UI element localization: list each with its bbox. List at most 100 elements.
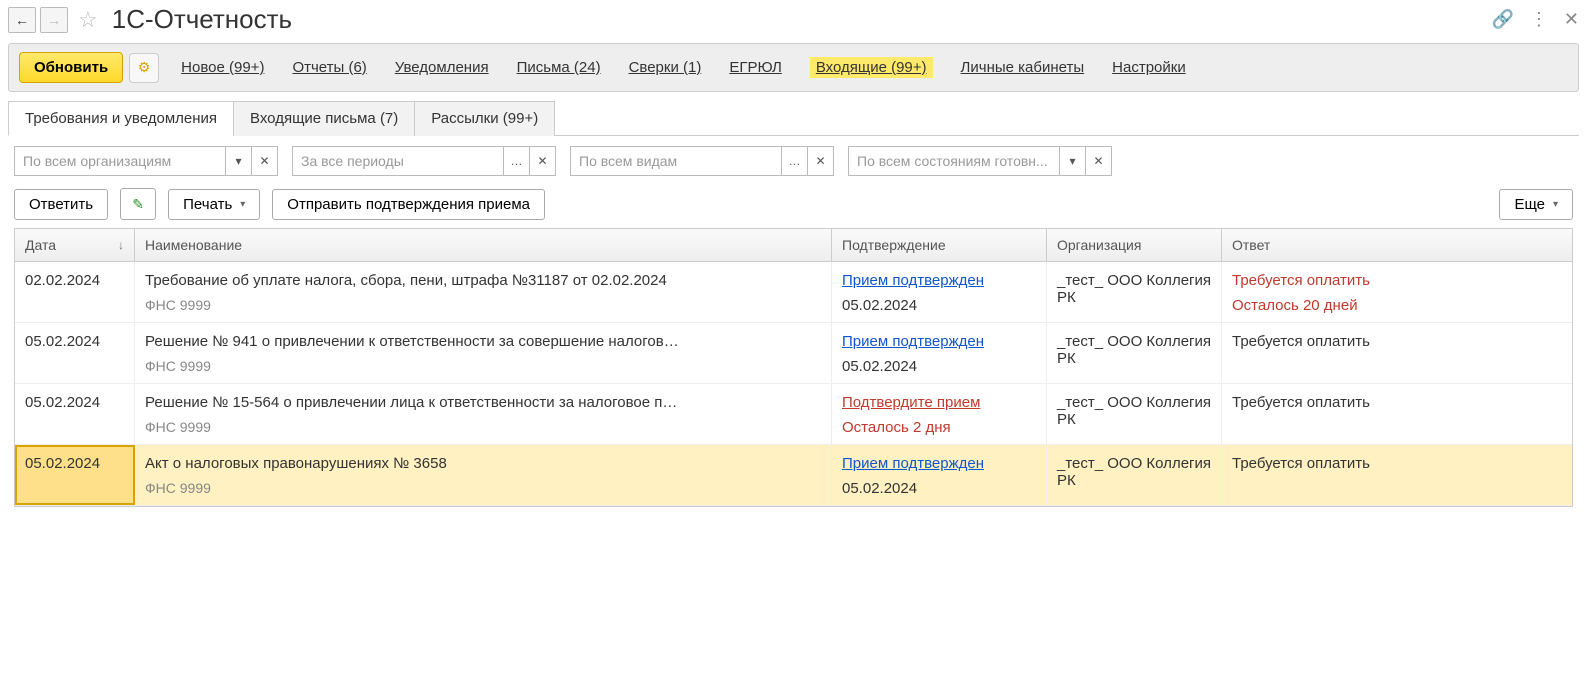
filter-type-input[interactable] (571, 147, 781, 175)
close-icon: ✕ (537, 154, 547, 168)
tab[interactable]: Рассылки (99+) (414, 101, 555, 136)
filter-status: ▾ ✕ (848, 146, 1112, 176)
chevron-down-icon: ▾ (1069, 154, 1075, 168)
tab-strip: Требования и уведомленияВходящие письма … (8, 100, 1579, 136)
nav-link[interactable]: Личные кабинеты (961, 59, 1085, 76)
column-label: Наименование (145, 237, 242, 253)
cell-date: 05.02.2024 (15, 384, 135, 444)
confirmation-link[interactable]: Прием подтвержден (842, 333, 1036, 350)
cell-response: Требуется оплатить (1222, 384, 1572, 444)
action-row: Ответить ✎ Печать ▾ Отправить подтвержде… (0, 176, 1587, 228)
response-text: Требуется оплатить (1232, 272, 1562, 289)
filter-organization: ▾ ✕ (14, 146, 278, 176)
refresh-button[interactable]: Обновить (19, 52, 123, 83)
clear-button[interactable]: ✕ (529, 147, 555, 175)
confirmation-link[interactable]: Прием подтвержден (842, 455, 1036, 472)
tab[interactable]: Входящие письма (7) (233, 101, 415, 136)
filter-period-input[interactable] (293, 147, 503, 175)
item-title: Требование об уплате налога, сбора, пени… (145, 272, 821, 289)
cell-name: Акт о налоговых правонарушениях № 3658ФН… (135, 445, 832, 505)
kebab-icon[interactable]: ⋮ (1530, 9, 1548, 30)
pencil-icon: ✎ (132, 196, 144, 213)
title-bar: ← → ☆ 1С-Отчетность 🔗 ⋮ ✕ (0, 0, 1587, 39)
column-header-response[interactable]: Ответ (1222, 229, 1572, 261)
column-label: Ответ (1232, 237, 1270, 253)
data-grid: Дата ↓ Наименование Подтверждение Органи… (14, 228, 1573, 507)
nav-link[interactable]: Сверки (1) (629, 59, 702, 76)
item-title: Решение № 941 о привлечении к ответствен… (145, 333, 821, 350)
chevron-down-icon: ▾ (235, 154, 241, 168)
back-button[interactable]: ← (8, 7, 36, 33)
forward-button[interactable]: → (40, 7, 68, 33)
item-source: ФНС 9999 (145, 297, 821, 313)
column-header-confirmation[interactable]: Подтверждение (832, 229, 1047, 261)
column-header-organization[interactable]: Организация (1047, 229, 1222, 261)
table-row[interactable]: 02.02.2024Требование об уплате налога, с… (15, 262, 1572, 323)
confirmation-link[interactable]: Подтвердите прием (842, 394, 1036, 411)
nav-link[interactable]: Новое (99+) (181, 59, 264, 76)
cell-confirmation: Подтвердите приемОсталось 2 дня (832, 384, 1047, 444)
clear-button[interactable]: ✕ (807, 147, 833, 175)
more-button[interactable]: Еще ▾ (1499, 189, 1573, 220)
cell-date: 05.02.2024 (15, 323, 135, 383)
column-label: Подтверждение (842, 237, 946, 253)
nav-link[interactable]: Письма (24) (517, 59, 601, 76)
page-title: 1С-Отчетность (112, 4, 292, 35)
main-toolbar: Обновить ⚙ Новое (99+) Отчеты (6) Уведомле… (8, 43, 1579, 92)
table-row[interactable]: 05.02.2024Акт о налоговых правонарушения… (15, 445, 1572, 506)
grid-header: Дата ↓ Наименование Подтверждение Органи… (15, 229, 1572, 262)
table-row[interactable]: 05.02.2024Решение № 15-564 о привлечении… (15, 384, 1572, 445)
filter-status-input[interactable] (849, 147, 1059, 175)
star-icon[interactable]: ☆ (78, 7, 98, 33)
ellipsis-button[interactable]: … (781, 147, 807, 175)
table-row[interactable]: 05.02.2024 Решение № 941 о привлечении к … (15, 323, 1572, 384)
dropdown-button[interactable]: ▾ (225, 147, 251, 175)
close-icon[interactable]: ✕ (1564, 9, 1579, 30)
cell-name: Решение № 15-564 о привлечении лица к от… (135, 384, 832, 444)
dropdown-button[interactable]: ▾ (1059, 147, 1085, 175)
item-source: ФНС 9999 (145, 419, 821, 435)
nav-link[interactable]: Настройки (1112, 59, 1186, 76)
arrow-left-icon: ← (15, 12, 29, 28)
response-text: Требуется оплатить (1232, 394, 1562, 411)
more-label: Еще (1514, 196, 1545, 213)
cell-organization: _тест_ ООО Коллегия РК (1047, 445, 1222, 505)
cell-name: Требование об уплате налога, сбора, пени… (135, 262, 832, 322)
cell-organization: _тест_ ООО Коллегия РК (1047, 384, 1222, 444)
clear-button[interactable]: ✕ (1085, 147, 1111, 175)
edit-button[interactable]: ✎ (120, 188, 156, 220)
cell-date: 05.02.2024 (15, 445, 135, 505)
clear-button[interactable]: ✕ (251, 147, 277, 175)
reply-button[interactable]: Ответить (14, 189, 108, 220)
column-header-name[interactable]: Наименование (135, 229, 832, 261)
response-sub: Осталось 20 дней (1232, 297, 1562, 314)
confirmation-sub: 05.02.2024 (842, 480, 1036, 497)
column-label: Организация (1057, 237, 1141, 253)
nav-link[interactable]: Уведомления (395, 59, 489, 76)
filter-organization-input[interactable] (15, 147, 225, 175)
chevron-down-icon: ▾ (1553, 199, 1558, 210)
response-text: Требуется оплатить (1232, 333, 1562, 350)
nav-link[interactable]: ЕГРЮЛ (729, 59, 781, 76)
settings-gear-button[interactable]: ⚙ (129, 53, 159, 83)
confirmation-link[interactable]: Прием подтвержден (842, 272, 1036, 289)
response-text: Требуется оплатить (1232, 455, 1562, 472)
link-icon[interactable]: 🔗 (1491, 9, 1513, 30)
ellipsis-button[interactable]: … (503, 147, 529, 175)
nav-link[interactable]: Отчеты (6) (292, 59, 366, 76)
tab[interactable]: Требования и уведомления (8, 101, 234, 136)
close-icon: ✕ (259, 154, 269, 168)
cell-response: Требуется оплатить (1222, 445, 1572, 505)
column-header-date[interactable]: Дата ↓ (15, 229, 135, 261)
column-label: Дата (25, 237, 56, 253)
confirmation-sub: 05.02.2024 (842, 358, 1036, 375)
cell-confirmation: Прием подтвержден05.02.2024 (832, 262, 1047, 322)
cell-confirmation: Прием подтвержден 05.02.2024 (832, 323, 1047, 383)
chevron-down-icon: ▾ (240, 199, 245, 210)
send-confirmations-button[interactable]: Отправить подтверждения приема (272, 189, 545, 220)
sort-descending-icon: ↓ (118, 238, 124, 252)
ellipsis-icon: … (511, 154, 523, 168)
cell-name: Решение № 941 о привлечении к ответствен… (135, 323, 832, 383)
nav-link[interactable]: Входящие (99+) (810, 57, 933, 78)
print-button[interactable]: Печать ▾ (168, 189, 260, 220)
